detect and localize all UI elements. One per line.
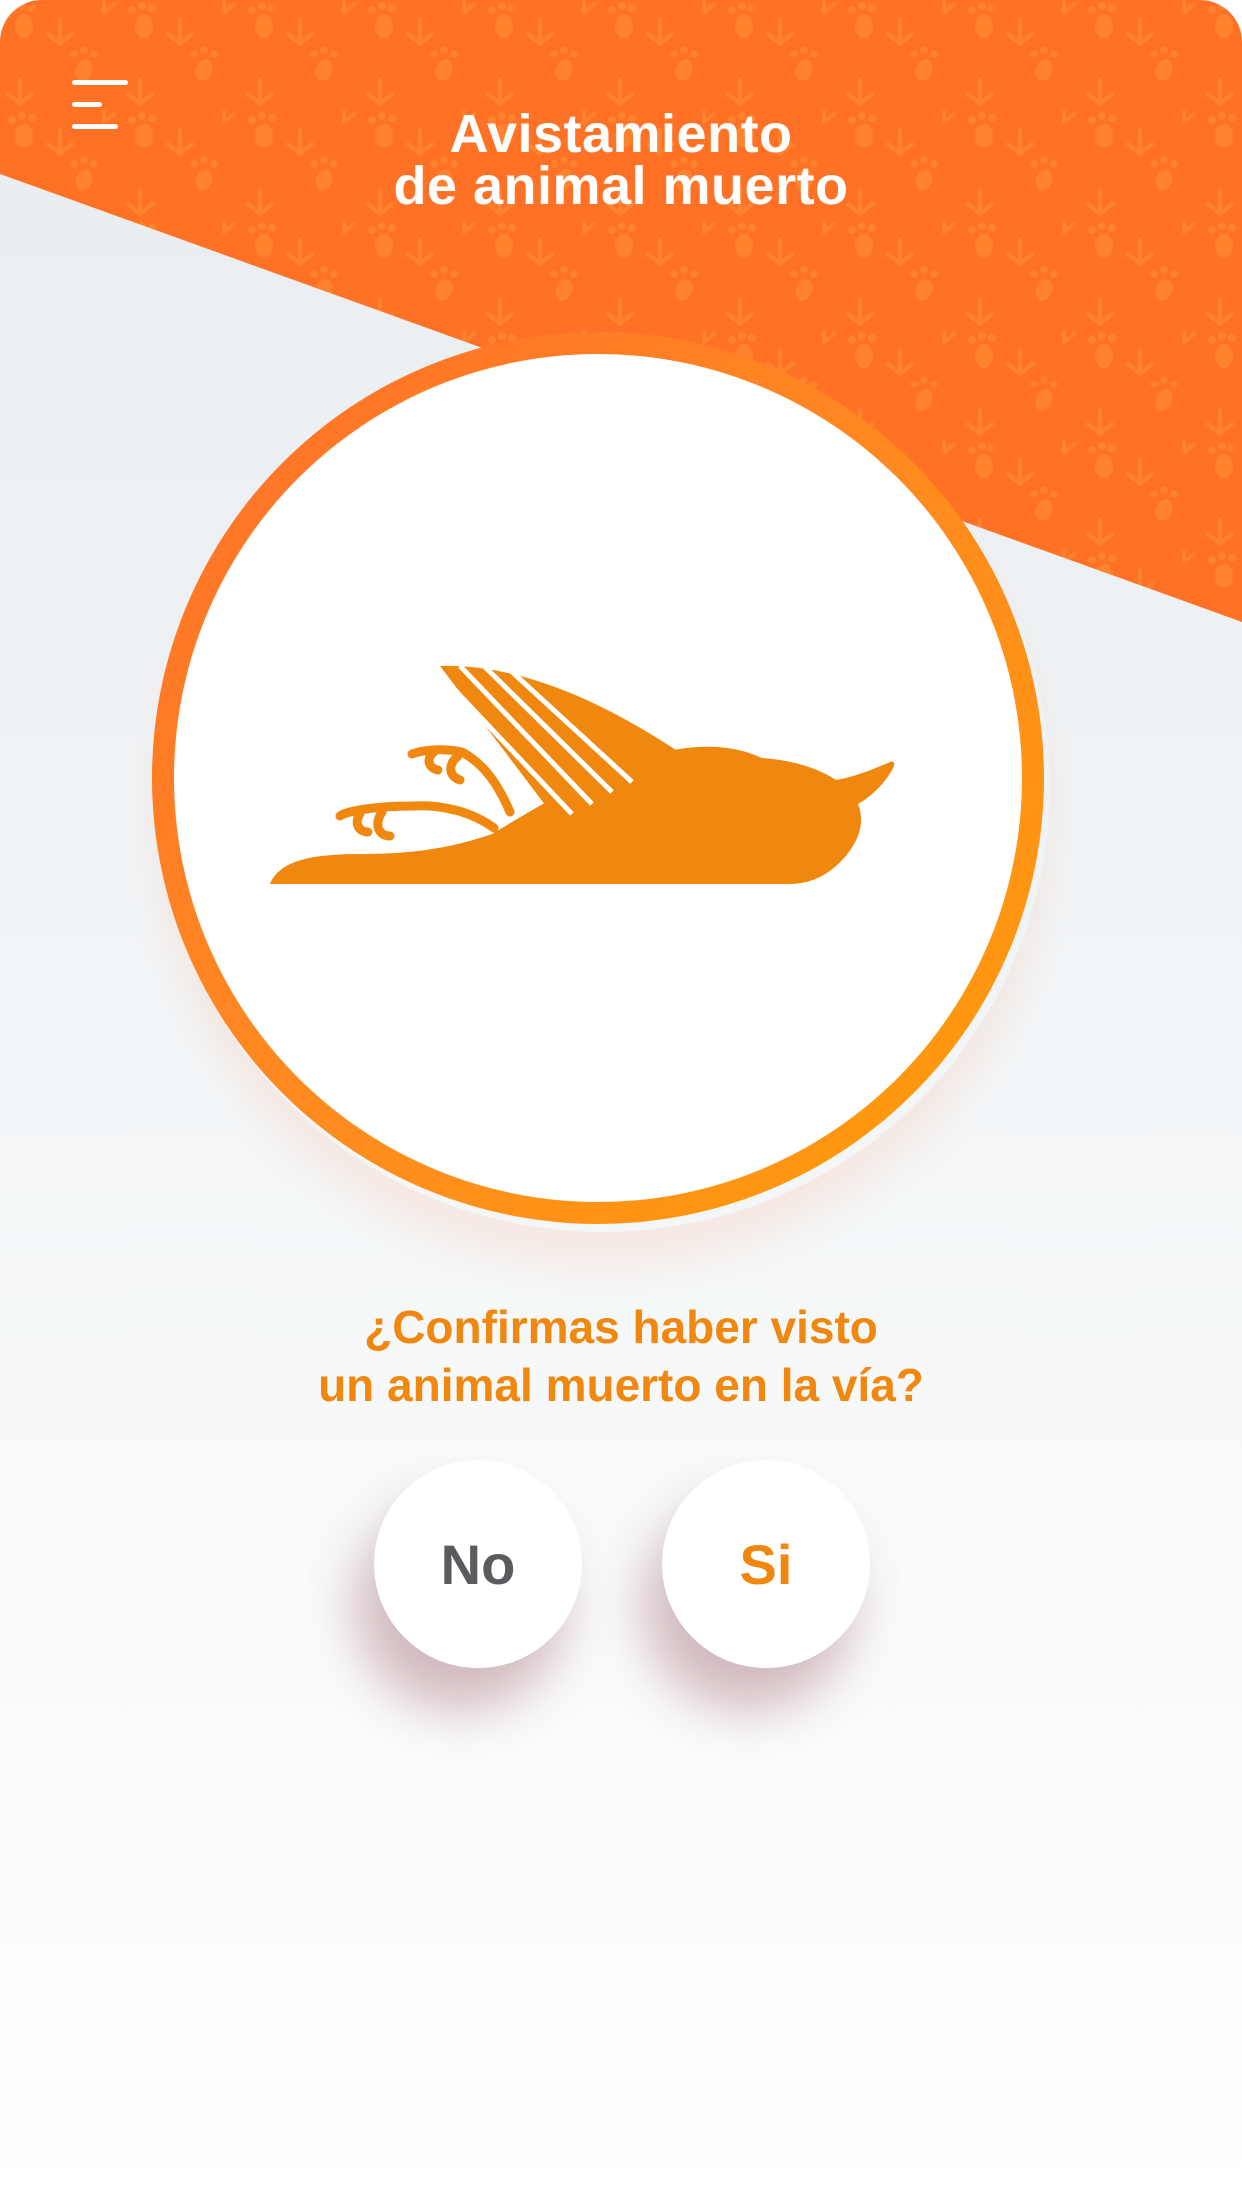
- yes-button[interactable]: Si: [662, 1460, 870, 1668]
- no-button[interactable]: No: [374, 1460, 582, 1668]
- menu-icon: [72, 80, 128, 85]
- page-title: Avistamiento de animal muerto: [0, 104, 1242, 216]
- page-title-line1: Avistamiento: [449, 104, 793, 164]
- page-title-line2: de animal muerto: [393, 156, 849, 216]
- dead-bird-icon: [262, 664, 902, 890]
- screen: Avistamiento de animal muerto ¿Confirmas…: [0, 0, 1242, 2208]
- question-line1: ¿Confirmas haber visto: [364, 1301, 878, 1353]
- confirmation-question: ¿Confirmas haber visto un animal muerto …: [0, 1298, 1242, 1414]
- menu-icon-line: [72, 102, 102, 107]
- question-line2: un animal muerto en la vía?: [318, 1359, 924, 1411]
